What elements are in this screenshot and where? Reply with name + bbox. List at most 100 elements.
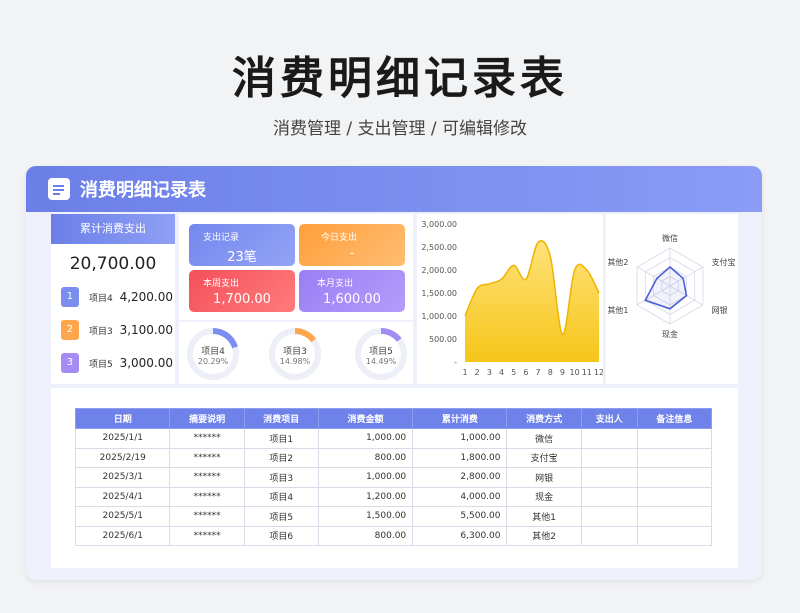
- column-header[interactable]: 备注信息: [636, 408, 713, 429]
- stat-week-value: 1,700.00: [213, 292, 271, 307]
- radar-axis-label: 其他1: [607, 305, 628, 315]
- x-tick-label: 6: [523, 368, 528, 377]
- table-cell[interactable]: 网银: [506, 467, 582, 488]
- table-row[interactable]: 2025/4/1 ****** 项目4 1,200.00 4,000.00 现金: [74, 486, 713, 507]
- stat-month-label: 本月支出: [317, 279, 354, 289]
- table-cell[interactable]: 项目6: [243, 525, 319, 546]
- donut-label: 项目3: [283, 347, 307, 357]
- donut-chart: 项目5 14.49%: [353, 326, 409, 382]
- table-cell[interactable]: 现金: [506, 486, 582, 507]
- table-row[interactable]: 2025/1/1 ****** 项目1 1,000.00 1,000.00 微信: [74, 428, 713, 449]
- donut-percent: 14.49%: [365, 357, 397, 366]
- table-cell[interactable]: 2025/5/1: [74, 506, 171, 527]
- table-cell[interactable]: 2025/1/1: [74, 428, 171, 449]
- table-cell[interactable]: 1,800.00: [412, 447, 508, 468]
- y-tick-label: 1,500.00: [421, 289, 457, 298]
- table-cell[interactable]: ******: [169, 467, 245, 488]
- table-cell[interactable]: 项目2: [243, 447, 319, 468]
- donut-label: 项目5: [369, 347, 393, 357]
- table-cell[interactable]: [636, 506, 713, 527]
- table-cell[interactable]: 2025/6/1: [74, 525, 171, 546]
- table-cell[interactable]: ******: [169, 447, 245, 468]
- table-cell[interactable]: 800.00: [317, 447, 414, 468]
- table-cell[interactable]: 项目4: [243, 486, 319, 507]
- table-cell[interactable]: 项目5: [243, 506, 319, 527]
- table-cell[interactable]: [580, 506, 638, 527]
- rank-name: 项目4: [88, 293, 113, 304]
- donut-label: 项目4: [201, 347, 225, 357]
- table-cell[interactable]: ******: [169, 428, 245, 449]
- column-header[interactable]: 支出人: [580, 408, 638, 429]
- table-cell[interactable]: [580, 467, 638, 488]
- hero-subtitle: 消费管理 / 支出管理 / 可编辑修改: [272, 119, 528, 139]
- column-header[interactable]: 消费金额: [317, 408, 414, 429]
- table-cell[interactable]: 6,300.00: [412, 525, 508, 546]
- table-cell[interactable]: 800.00: [317, 525, 414, 546]
- stat-week[interactable]: 本周支出 1,700.00: [189, 270, 295, 312]
- donut-panel: 项目4 20.29% 项目3 14.98% 项目5 14.49%: [179, 322, 413, 384]
- donut-chart: 项目3 14.98%: [267, 326, 323, 382]
- table-cell[interactable]: [636, 486, 713, 507]
- stat-month[interactable]: 本月支出 1,600.00: [299, 270, 405, 312]
- table-row[interactable]: 2025/5/1 ****** 项目5 1,500.00 5,500.00 其他1: [74, 506, 713, 527]
- table-cell[interactable]: 2,800.00: [412, 467, 508, 488]
- radar-chart: 微信支付宝网银现金 其他1 其他2: [607, 233, 735, 339]
- table-cell[interactable]: 1,000.00: [317, 428, 414, 449]
- table-panel: 日期 摘要说明 消费项目 消费金额 累计消费 消费方式 支出人 备注信息 2025/1/1 **…: [51, 388, 738, 568]
- table-cell[interactable]: 1,000.00: [412, 428, 508, 449]
- column-header[interactable]: 摘要说明: [169, 408, 245, 429]
- table-cell[interactable]: 微信: [506, 428, 582, 449]
- radar-axis-label: 网银: [712, 305, 728, 315]
- table-row[interactable]: 2025/2/19 ****** 项目2 800.00 1,800.00 支付宝: [74, 447, 713, 468]
- table-cell[interactable]: [580, 447, 638, 468]
- table-cell[interactable]: 1,000.00: [317, 467, 414, 488]
- table-cell[interactable]: ******: [169, 506, 245, 527]
- radar-chart-panel: 微信 支付宝 网银 现金 其他1 其他2: [606, 214, 738, 384]
- table-cell[interactable]: 4,000.00: [412, 486, 508, 507]
- table-cell[interactable]: [636, 467, 713, 488]
- area-chart-panel: 3,000.00 2,500.00 2,000.00 1,500.00 1,000.00…: [417, 214, 604, 384]
- table-cell[interactable]: 项目3: [243, 467, 319, 488]
- table-cell[interactable]: [580, 428, 638, 449]
- table-cell[interactable]: 2025/3/1: [74, 467, 171, 488]
- table-cell[interactable]: 1,200.00: [317, 486, 414, 507]
- summary-total: 20,700.00: [69, 254, 157, 274]
- column-header[interactable]: 消费项目: [243, 408, 319, 429]
- table-cell[interactable]: 支付宝: [506, 447, 582, 468]
- table-cell[interactable]: [636, 447, 713, 468]
- stat-today[interactable]: 今日支出 -: [299, 224, 405, 266]
- table-cell[interactable]: [580, 525, 638, 546]
- table-cell[interactable]: [636, 428, 713, 449]
- x-tick-label: 9: [560, 368, 565, 377]
- column-header[interactable]: 消费方式: [506, 408, 582, 429]
- expense-table: 日期 摘要说明 消费项目 消费金额 累计消费 消费方式 支出人 备注信息 2025/1/1 **…: [74, 408, 713, 546]
- x-tick-label: 5: [511, 368, 516, 377]
- stat-records-value: 23笔: [227, 250, 257, 265]
- rank-badge: 1: [61, 287, 79, 307]
- stat-week-label: 本周支出: [203, 279, 240, 289]
- rank-item: 1 项目4 4,200.00: [61, 286, 173, 308]
- column-header[interactable]: 日期: [74, 408, 171, 429]
- column-header[interactable]: 累计消费: [412, 408, 508, 429]
- table-header-row: 日期 摘要说明 消费项目 消费金额 累计消费 消费方式 支出人 备注信息: [74, 408, 713, 429]
- table-row[interactable]: 2025/6/1 ****** 项目6 800.00 6,300.00 其他2: [74, 525, 713, 546]
- table-cell[interactable]: [580, 486, 638, 507]
- table-row[interactable]: 2025/3/1 ****** 项目3 1,000.00 2,800.00 网银: [74, 467, 713, 488]
- table-cell[interactable]: 其他2: [506, 525, 582, 546]
- table-cell[interactable]: 2025/2/19: [74, 447, 171, 468]
- table-cell[interactable]: 1,500.00: [317, 506, 414, 527]
- rank-item: 2 项目3 3,100.00: [61, 319, 173, 341]
- rank-badge: 2: [61, 320, 79, 340]
- table-cell[interactable]: ******: [169, 525, 245, 546]
- stat-records[interactable]: 支出记录 23笔: [189, 224, 295, 266]
- table-cell[interactable]: ******: [169, 486, 245, 507]
- table-cell[interactable]: [636, 525, 713, 546]
- x-tick-label: 2: [475, 368, 480, 377]
- table-cell[interactable]: 其他1: [506, 506, 582, 527]
- y-tick-label: 1,000.00: [421, 312, 457, 321]
- stat-today-value: -: [349, 246, 355, 261]
- table-cell[interactable]: 5,500.00: [412, 506, 508, 527]
- table-cell[interactable]: 项目1: [243, 428, 319, 449]
- table-cell[interactable]: 2025/4/1: [74, 486, 171, 507]
- donut-percent: 14.98%: [279, 357, 311, 366]
